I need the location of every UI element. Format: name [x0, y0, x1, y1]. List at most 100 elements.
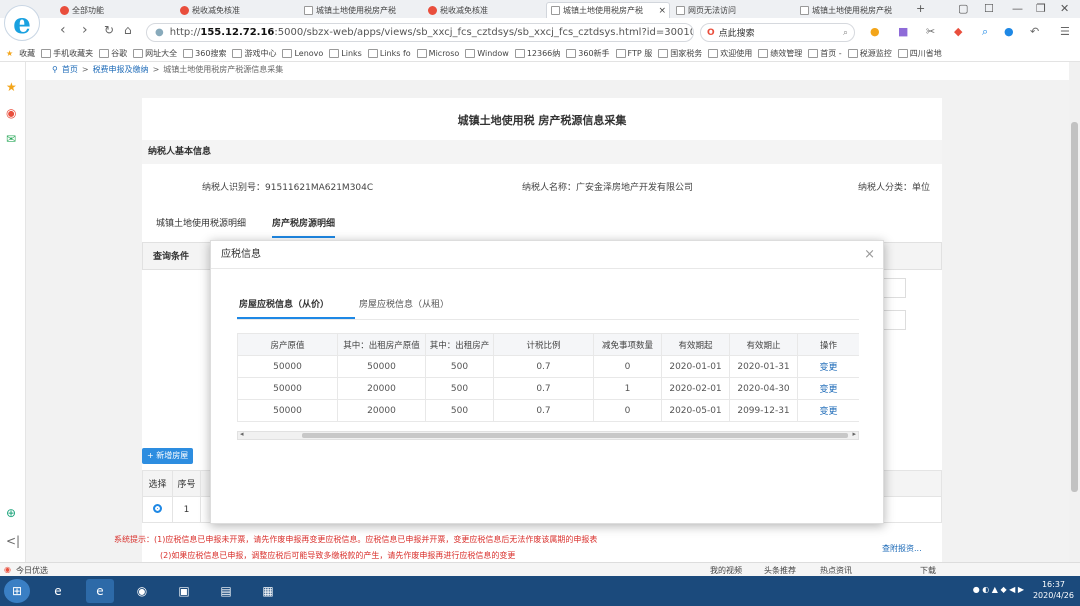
app-icon[interactable]: ▣: [170, 579, 198, 603]
tray-icons[interactable]: ● ◐ ▲ ◆ ◀ ▶: [973, 585, 1024, 594]
minimize-icon[interactable]: —: [1012, 2, 1023, 15]
browser-tab[interactable]: 网页无法访问: [672, 2, 792, 18]
change-link[interactable]: 变更: [797, 399, 859, 422]
start-button-icon[interactable]: ⊞: [4, 579, 30, 603]
browser-tab[interactable]: 城镇土地使用税房产税: [796, 2, 896, 18]
bookmark[interactable]: 四川省地: [898, 48, 942, 59]
home-icon[interactable]: ⌂: [124, 23, 132, 37]
modal-tabs: 房屋应税信息（从价） 房屋应税信息（从租）: [239, 297, 449, 317]
bookmark[interactable]: 360搜索: [183, 48, 226, 59]
attach-link[interactable]: 查附报资...: [882, 543, 922, 554]
favorites-star-icon[interactable]: ★: [6, 80, 17, 94]
menu-icon[interactable]: ☰: [1060, 25, 1070, 38]
query-field[interactable]: [882, 310, 906, 330]
hot-news[interactable]: 热点资讯: [820, 565, 852, 576]
tab-ad-valorem[interactable]: 房屋应税信息（从价）: [239, 297, 329, 317]
column-header: 有效期止: [729, 333, 798, 356]
breadcrumb-level1[interactable]: 税费申报及缴纳: [93, 64, 149, 75]
bookmark[interactable]: 税源监控: [848, 48, 892, 59]
breadcrumb-home[interactable]: 首页: [62, 64, 78, 75]
row-select[interactable]: [142, 496, 173, 523]
app-icon: [60, 5, 69, 15]
browser-logo-icon[interactable]: e: [4, 5, 40, 41]
page-scrollbar[interactable]: [1069, 62, 1080, 562]
close-window-icon[interactable]: ✕: [1060, 2, 1069, 15]
tab-rental[interactable]: 房屋应税信息（从租）: [359, 297, 449, 317]
bookmark[interactable]: Links fo: [368, 49, 411, 58]
add-house-button[interactable]: + 新增房屋: [142, 448, 194, 464]
horizontal-scrollbar[interactable]: ◂ ▸: [237, 430, 859, 440]
refresh-icon[interactable]: ↻: [104, 23, 114, 37]
column-header: 有效期起: [661, 333, 730, 356]
page-title: 城镇土地使用税 房产税源信息采集: [457, 114, 627, 127]
change-link[interactable]: 变更: [797, 377, 859, 400]
browser-tab[interactable]: 城镇土地使用税房产税: [300, 2, 420, 18]
browser-tab[interactable]: 税收减免核准: [424, 2, 544, 18]
browser-tab[interactable]: 税收减免核准: [176, 2, 296, 18]
today-picks[interactable]: 今日优选: [16, 565, 48, 576]
bookmark-favorites[interactable]: 收藏: [19, 48, 35, 59]
clock-time: 16:37: [1041, 580, 1066, 589]
restore-icon[interactable]: ❐: [1036, 2, 1046, 15]
close-icon[interactable]: ×: [864, 241, 875, 269]
extension-icon[interactable]: ●: [870, 25, 880, 38]
bookmark[interactable]: 游戏中心: [232, 48, 276, 59]
extension-icon[interactable]: ■: [898, 25, 908, 38]
undo-icon[interactable]: ↶: [1030, 25, 1039, 38]
bookmark[interactable]: 360新手: [566, 48, 609, 59]
scroll-left-icon[interactable]: ◂: [240, 430, 244, 438]
back-icon[interactable]: ‹: [60, 22, 66, 38]
window-menu-icon[interactable]: ▢: [958, 2, 968, 15]
folder-icon[interactable]: ▤: [212, 579, 240, 603]
bookmark[interactable]: Microso: [417, 49, 460, 58]
browser-taskbar-icon[interactable]: e: [86, 579, 114, 603]
bookmark[interactable]: 谷歌: [99, 48, 127, 59]
game-icon[interactable]: ◆: [954, 25, 962, 38]
browser-tab-bar: 全部功能 税收减免核准 城镇土地使用税房产税 税收减免核准 城镇土地使用税房产税…: [0, 0, 1080, 18]
bookmark[interactable]: 12366纳: [515, 48, 560, 59]
account-icon[interactable]: ●: [1004, 25, 1014, 38]
scroll-thumb[interactable]: [1071, 122, 1078, 492]
spreadsheet-icon[interactable]: ▦: [254, 579, 282, 603]
bookmark[interactable]: Window: [465, 49, 509, 58]
browser-tab[interactable]: 全部功能: [56, 2, 176, 18]
bookmark[interactable]: 国家税务: [658, 48, 702, 59]
ie-icon[interactable]: e: [44, 579, 72, 603]
search-input[interactable]: O 点此搜索 ⌕: [700, 23, 855, 42]
browser-tab-active[interactable]: 城镇土地使用税房产税 ×: [546, 2, 670, 18]
search-icon[interactable]: ⌕: [843, 28, 848, 38]
my-videos[interactable]: 我的视频: [710, 565, 742, 576]
tab-land[interactable]: 城镇土地使用税源明细: [156, 216, 246, 238]
bookmark[interactable]: 欢迎使用: [708, 48, 752, 59]
scissors-icon[interactable]: ✂: [926, 25, 935, 38]
cell-original-value: 50000: [237, 377, 338, 400]
radio-selected-icon[interactable]: [153, 503, 162, 513]
tab-house[interactable]: 房产税房源明细: [272, 216, 336, 238]
weibo-icon[interactable]: ◉: [6, 106, 16, 120]
chrome-icon[interactable]: ◉: [128, 579, 156, 603]
close-tab-icon[interactable]: ×: [658, 6, 666, 16]
headline-recommend[interactable]: 头条推荐: [764, 565, 796, 576]
scroll-thumb[interactable]: [302, 433, 848, 438]
bookmark[interactable]: Lenovo: [282, 49, 323, 58]
compass-icon[interactable]: ⊕: [6, 506, 16, 520]
system-note: 系统提示：(1)应税信息已申报未开票，请先作废申报再变更应税信息。应税信息已申报…: [114, 535, 598, 544]
bookmark[interactable]: FTP 服: [616, 48, 653, 59]
query-field[interactable]: [882, 278, 906, 298]
bookmark[interactable]: Links: [329, 49, 362, 58]
change-link[interactable]: 变更: [797, 355, 859, 378]
url-input[interactable]: ● http://155.12.72.16:5000/sbzx-web/apps…: [146, 23, 694, 42]
collapse-icon[interactable]: <|: [6, 534, 20, 548]
bookmark[interactable]: 手机收藏夹: [41, 48, 93, 59]
bookmark[interactable]: 首页 -: [808, 48, 841, 59]
clock[interactable]: 16:37 2020/4/26: [1033, 579, 1074, 601]
new-tab-icon[interactable]: +: [916, 2, 925, 15]
scroll-right-icon[interactable]: ▸: [852, 430, 856, 438]
forward-icon[interactable]: ›: [82, 22, 88, 38]
find-icon[interactable]: ⌕: [982, 25, 988, 39]
bookmark[interactable]: 绩效管理: [758, 48, 802, 59]
download[interactable]: 下载: [920, 565, 936, 576]
skin-icon[interactable]: ☐: [984, 2, 994, 15]
mail-icon[interactable]: ✉: [6, 132, 16, 146]
bookmark[interactable]: 网址大全: [133, 48, 177, 59]
